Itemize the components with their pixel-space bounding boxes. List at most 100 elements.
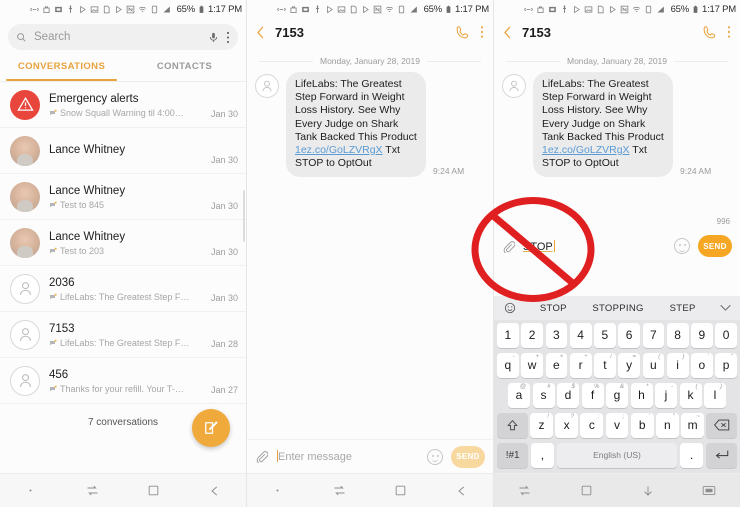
message-input[interactable]: Enter message (276, 450, 419, 463)
recents-icon[interactable] (83, 482, 101, 500)
home-icon[interactable] (145, 482, 163, 500)
chevron-down-icon[interactable] (717, 304, 733, 312)
dot-icon[interactable] (22, 482, 40, 500)
key-n[interactable]: " n (656, 412, 679, 438)
suggestion-1[interactable]: STOPPING (588, 303, 649, 314)
call-icon[interactable] (456, 25, 470, 39)
list-item[interactable]: Emergency alerts Snow Squall Warning til… (0, 82, 246, 128)
comma-key[interactable]: , (530, 442, 555, 468)
emoji-sticker-icon[interactable] (501, 299, 519, 317)
backspace-key[interactable] (706, 412, 738, 438)
key-u[interactable]: (u (642, 352, 665, 378)
search-input[interactable]: Search (34, 31, 201, 43)
back-icon[interactable] (453, 482, 471, 500)
home-icon[interactable] (577, 482, 595, 500)
key-v[interactable]: ; v (605, 412, 629, 438)
key-e[interactable]: × e (545, 352, 568, 378)
back-arrow-icon[interactable] (256, 25, 265, 40)
key-a[interactable]: @ a (508, 382, 530, 408)
send-button[interactable]: SEND (698, 235, 732, 257)
key-r[interactable]: ÷ r (569, 352, 592, 378)
key-z[interactable]: ! z (530, 412, 553, 438)
overflow-menu-icon[interactable] (226, 31, 230, 44)
key-i[interactable]: ) i (666, 352, 689, 378)
list-scrollbar[interactable] (243, 190, 245, 242)
key-2[interactable]: 2 (521, 322, 543, 348)
back-arrow-icon[interactable] (503, 25, 512, 40)
list-item[interactable]: Lance Whitney Test to 845 Jan 30 (0, 174, 246, 220)
microphone-icon[interactable] (208, 31, 219, 44)
list-item[interactable]: 7153 LifeLabs: The Greatest Step F… Jan … (0, 312, 246, 358)
list-item[interactable]: 2036 LifeLabs: The Greatest Step F… Jan … (0, 266, 246, 312)
symbols-key[interactable]: !#1 (497, 442, 529, 468)
suggestion-2[interactable]: STEP (652, 303, 713, 314)
suggestion-0[interactable]: STOP (523, 303, 584, 314)
list-item[interactable]: Lance Whitney Jan 30 (0, 128, 246, 174)
message-bubble[interactable]: LifeLabs: The Greatest Step Forward in W… (533, 72, 673, 178)
key-b[interactable]: ' b (630, 412, 654, 438)
shift-key[interactable] (496, 412, 528, 438)
tab-contacts-label: CONTACTS (156, 61, 213, 72)
key-g[interactable]: & g (606, 382, 628, 408)
key-7[interactable]: 7 (642, 322, 665, 348)
key-m[interactable]: ~ m (681, 412, 704, 438)
conversation-subline: LifeLabs: The Greatest Step F… (49, 292, 202, 302)
space-key[interactable]: English (US) (556, 442, 678, 468)
keyboard-icon[interactable] (700, 482, 718, 500)
overflow-menu-icon[interactable] (480, 25, 484, 39)
key-5[interactable]: 5 (594, 322, 616, 348)
key-6[interactable]: 6 (618, 322, 640, 348)
attachment-icon[interactable] (255, 450, 268, 463)
key-f[interactable]: % f (581, 382, 604, 408)
key-c[interactable]: :c (580, 412, 604, 438)
key-q[interactable]: -q (497, 352, 519, 378)
key-h[interactable]: * h (630, 382, 653, 408)
key-p[interactable]: " p (715, 352, 737, 378)
key-s[interactable]: # s (532, 382, 555, 408)
send-button[interactable]: SEND (451, 445, 485, 468)
emoji-icon[interactable] (674, 238, 690, 254)
back-icon[interactable] (206, 482, 224, 500)
home-icon[interactable] (392, 482, 410, 500)
list-item[interactable]: Lance Whitney Test to 203 Jan 30 (0, 220, 246, 266)
key-y[interactable]: = y (618, 352, 640, 378)
overflow-menu-icon[interactable] (727, 25, 731, 39)
key-k[interactable]: (k (679, 382, 702, 408)
key-d[interactable]: $ d (557, 382, 579, 408)
key-l[interactable]: ) l (704, 382, 726, 408)
message-bubble[interactable]: LifeLabs: The Greatest Step Forward in W… (286, 72, 426, 178)
emoji-icon[interactable] (427, 448, 443, 465)
message-link[interactable]: 1ez.co/GoLZVRgX (295, 144, 383, 156)
list-item[interactable]: 456 Thanks for your refill. Your T-… Jan… (0, 358, 246, 404)
tab-conversations[interactable]: CONVERSATIONS (0, 52, 123, 81)
tab-contacts[interactable]: CONTACTS (123, 52, 246, 81)
key-u-label: u (650, 358, 657, 372)
key-w[interactable]: + w (521, 352, 543, 378)
key-9[interactable]: 9 (691, 322, 713, 348)
key-8[interactable]: 8 (666, 322, 689, 348)
message-input[interactable]: STOP (523, 239, 666, 253)
attachment-icon[interactable] (502, 240, 515, 253)
key-4[interactable]: 4 (569, 322, 592, 348)
compose-button[interactable] (192, 409, 230, 447)
search-bar[interactable]: Search (8, 24, 238, 50)
key-0[interactable]: 0 (715, 322, 737, 348)
recents-icon[interactable] (516, 482, 534, 500)
key-t[interactable]: / t (594, 352, 616, 378)
key-x[interactable]: ? x (555, 412, 578, 438)
message-link[interactable]: 1ez.co/GoLZVRgX (542, 144, 630, 156)
dot-icon[interactable] (269, 482, 287, 500)
key-h-sup: * (646, 383, 649, 390)
day-divider: Monday, January 28, 2019 (247, 56, 493, 66)
key-3[interactable]: 3 (545, 322, 568, 348)
recents-icon[interactable] (330, 482, 348, 500)
enter-key[interactable] (705, 442, 737, 468)
key-o[interactable]: ' o (691, 352, 713, 378)
call-icon[interactable] (703, 25, 717, 39)
period-key[interactable]: . (679, 442, 704, 468)
key-y-sup: = (632, 353, 636, 360)
hide-keyboard-icon[interactable] (639, 482, 657, 500)
message-status-icon (50, 293, 57, 299)
key-j[interactable]: -j (655, 382, 677, 408)
key-1[interactable]: 1 (497, 322, 519, 348)
